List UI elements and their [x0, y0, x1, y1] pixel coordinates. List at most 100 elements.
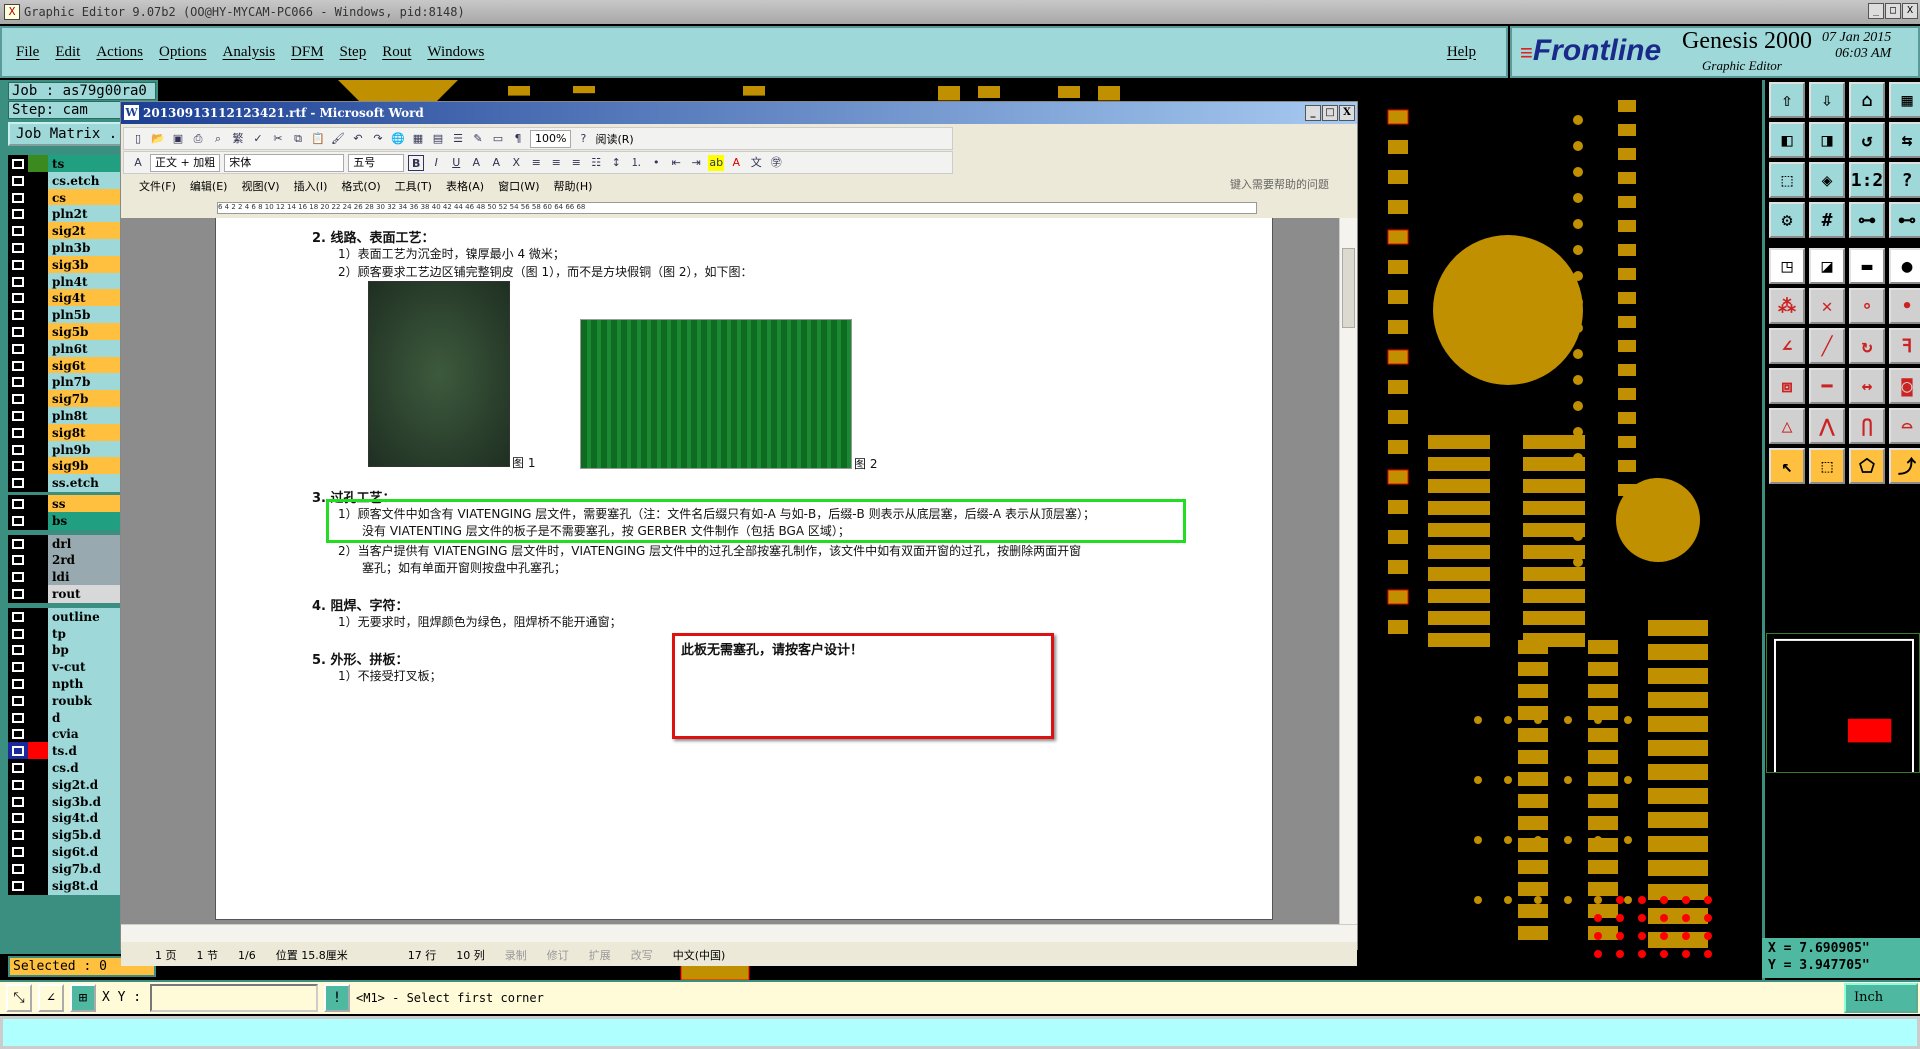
- layer-color-swatch[interactable]: [28, 239, 48, 257]
- xy-input[interactable]: [150, 984, 318, 1012]
- settings-icon[interactable]: ⚙: [1769, 202, 1805, 238]
- word-maximize-button[interactable]: □: [1322, 105, 1338, 121]
- layer-color-swatch[interactable]: [28, 440, 48, 459]
- menu-edit[interactable]: Edit: [55, 44, 80, 61]
- layer-checkbox[interactable]: [8, 440, 28, 459]
- line-angle-icon[interactable]: ∠: [1769, 328, 1805, 364]
- layer-color-swatch[interactable]: [28, 323, 48, 341]
- layer-color-swatch[interactable]: [28, 205, 48, 224]
- status-overtype[interactable]: 改写: [621, 947, 663, 963]
- maximize-button[interactable]: □: [1885, 3, 1901, 19]
- step-up-icon[interactable]: ⇧: [1769, 82, 1805, 118]
- layer-color-swatch[interactable]: [28, 457, 48, 476]
- bold-icon[interactable]: B: [408, 154, 425, 171]
- align-right-icon[interactable]: ≡: [568, 155, 584, 171]
- layer-checkbox[interactable]: [8, 222, 28, 241]
- line-spacing-icon[interactable]: ↕: [608, 155, 624, 171]
- word-close-button[interactable]: X: [1339, 105, 1355, 121]
- layer-checkbox[interactable]: [8, 171, 28, 190]
- open-icon[interactable]: 📂: [150, 131, 166, 147]
- hyperlink-icon[interactable]: 🌐: [390, 131, 406, 147]
- table-icon[interactable]: ▦: [410, 131, 426, 147]
- columns-icon[interactable]: ☰: [450, 131, 466, 147]
- alert-icon[interactable]: !: [324, 984, 350, 1012]
- font-color-icon[interactable]: A: [728, 155, 744, 171]
- enclose-icon[interactable]: ㊫: [768, 155, 784, 171]
- copy-icon[interactable]: ◪: [1809, 248, 1845, 284]
- layer-checkbox[interactable]: [8, 759, 28, 777]
- layer-color-swatch[interactable]: [28, 255, 48, 274]
- underline-icon[interactable]: U: [448, 155, 464, 171]
- layer-checkbox[interactable]: [8, 306, 28, 325]
- layer-color-swatch[interactable]: [28, 474, 48, 493]
- align-center-icon[interactable]: ≡: [548, 155, 564, 171]
- layer-color-swatch[interactable]: [28, 759, 48, 777]
- move-icon[interactable]: ◳: [1769, 248, 1805, 284]
- grid-icon[interactable]: ⊞: [70, 984, 96, 1012]
- figure-2-image[interactable]: [580, 319, 852, 469]
- snap-dot-icon[interactable]: •: [1889, 288, 1920, 324]
- layer-checkbox[interactable]: [8, 876, 28, 895]
- menu-file[interactable]: File: [16, 44, 39, 61]
- drawing-icon[interactable]: ✎: [470, 131, 486, 147]
- overview-map[interactable]: [1766, 633, 1920, 773]
- zoom-fit-icon[interactable]: ⇆: [1889, 122, 1920, 158]
- zoom-center-icon[interactable]: ◈: [1809, 162, 1845, 198]
- status-record[interactable]: 录制: [495, 947, 537, 963]
- layer-checkbox[interactable]: [8, 457, 28, 476]
- pad-icon[interactable]: ●: [1889, 248, 1920, 284]
- layer-checkbox[interactable]: [8, 826, 28, 845]
- layer-color-swatch[interactable]: [28, 792, 48, 811]
- size-select[interactable]: 五号: [348, 153, 405, 172]
- styles-icon[interactable]: A: [130, 155, 146, 171]
- save-icon[interactable]: ▣: [170, 131, 186, 147]
- layer-checkbox[interactable]: [8, 495, 28, 513]
- layer-checkbox[interactable]: [8, 551, 28, 570]
- layer-checkbox[interactable]: [8, 809, 28, 828]
- net-top-icon[interactable]: ⊶: [1849, 202, 1885, 238]
- new-icon[interactable]: ▯: [130, 131, 146, 147]
- word-menu-insert[interactable]: 插入(I): [294, 178, 328, 194]
- layer-color-swatch[interactable]: [28, 725, 48, 744]
- word-menu-format[interactable]: 格式(O): [341, 178, 380, 194]
- connect-icon[interactable]: ⁂: [1769, 288, 1805, 324]
- layer-checkbox[interactable]: [8, 585, 28, 603]
- layer-color-swatch[interactable]: [28, 742, 48, 761]
- word-menu-help[interactable]: 帮助(H): [554, 178, 593, 194]
- layer-checkbox[interactable]: [8, 691, 28, 710]
- ruler[interactable]: 6 4 2 2 4 6 8 10 12 14 16 18 20 22 24 26…: [121, 200, 1357, 216]
- border-char-icon[interactable]: A: [468, 155, 484, 171]
- snap-icon[interactable]: ⤡: [6, 984, 32, 1012]
- format-painter-icon[interactable]: 🖌: [330, 131, 346, 147]
- layer-color-swatch[interactable]: [28, 423, 48, 442]
- layer-checkbox[interactable]: [8, 390, 28, 409]
- arc2-icon[interactable]: ⋀: [1809, 408, 1845, 444]
- snap-circle-icon[interactable]: ∘: [1849, 288, 1885, 324]
- minimize-button[interactable]: _: [1868, 3, 1884, 19]
- status-track[interactable]: 修订: [537, 947, 579, 963]
- layer-color-swatch[interactable]: [28, 188, 48, 207]
- word-menu-view[interactable]: 视图(V): [241, 178, 279, 194]
- layer-color-swatch[interactable]: [28, 675, 48, 693]
- layer-color-swatch[interactable]: [28, 534, 48, 553]
- layer-color-swatch[interactable]: [28, 373, 48, 392]
- indent-icon[interactable]: ⇥: [688, 155, 704, 171]
- vertical-scrollbar[interactable]: [1339, 218, 1357, 924]
- numbering-icon[interactable]: ⒈: [628, 155, 644, 171]
- close-button[interactable]: X: [1902, 3, 1918, 19]
- layer-color-swatch[interactable]: [28, 222, 48, 241]
- scale-icon[interactable]: X: [508, 155, 524, 171]
- paste-icon[interactable]: 📋: [310, 131, 326, 147]
- layer-color-swatch[interactable]: [28, 390, 48, 409]
- layer-color-swatch[interactable]: [28, 691, 48, 710]
- word-menu-table[interactable]: 表格(A): [446, 178, 484, 194]
- layer-checkbox[interactable]: [8, 641, 28, 660]
- angle-icon[interactable]: ∠: [38, 984, 64, 1012]
- help-icon[interactable]: ?: [1889, 162, 1920, 198]
- layer-checkbox[interactable]: [8, 155, 28, 173]
- layer-checkbox[interactable]: [8, 339, 28, 358]
- layer-color-swatch[interactable]: [28, 843, 48, 861]
- select-poly-icon[interactable]: ⬠: [1849, 448, 1885, 484]
- layer-checkbox[interactable]: [8, 239, 28, 257]
- menu-rout[interactable]: Rout: [382, 44, 411, 61]
